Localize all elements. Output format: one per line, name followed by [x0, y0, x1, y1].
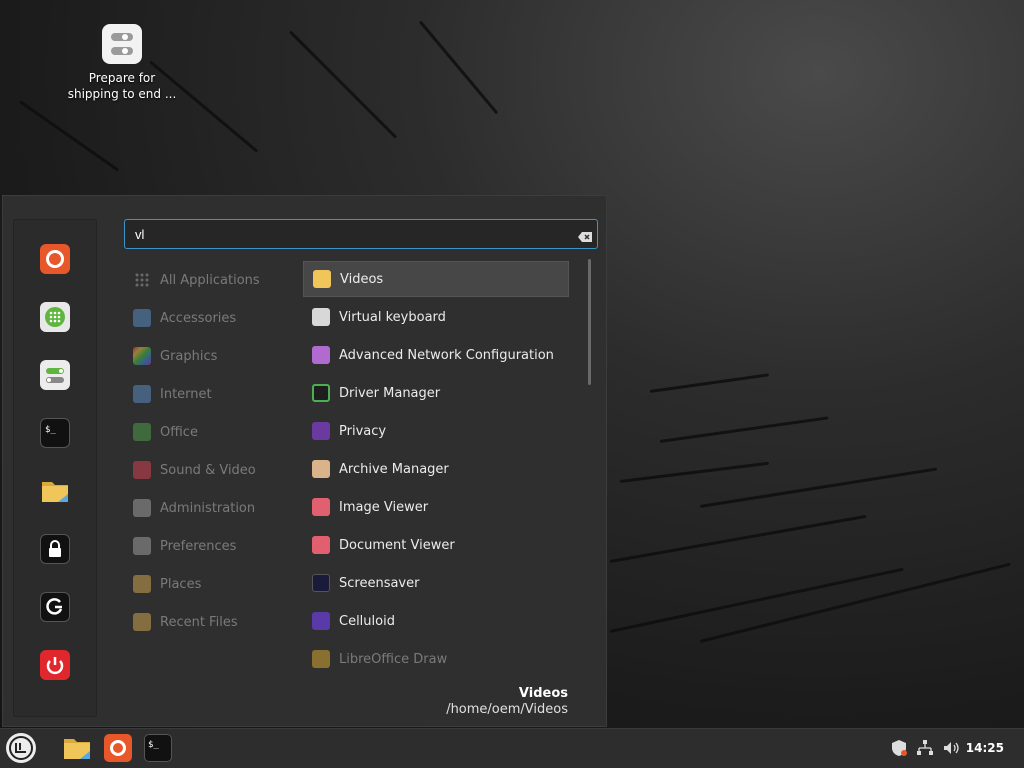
app-celluloid[interactable]: Celluloid [303, 603, 569, 639]
favorites-sidebar: $_ [13, 219, 97, 717]
settings-toggles-icon[interactable] [40, 360, 70, 390]
app-virtual-keyboard[interactable]: Virtual keyboard [303, 299, 569, 335]
app-driver-manager[interactable]: Driver Manager [303, 375, 569, 411]
network-icon [312, 346, 330, 364]
search-input[interactable] [124, 219, 598, 249]
category-sound-video[interactable]: Sound & Video [133, 456, 293, 484]
category-recent-files[interactable]: Recent Files [133, 608, 293, 636]
software-manager-icon[interactable] [40, 302, 70, 332]
graphics-icon [133, 347, 151, 365]
app-screensaver[interactable]: Screensaver [303, 565, 569, 601]
chip-icon [312, 384, 330, 402]
category-places[interactable]: Places [133, 570, 293, 598]
app-document-viewer[interactable]: Document Viewer [303, 527, 569, 563]
celluloid-icon [312, 612, 330, 630]
app-archive-manager[interactable]: Archive Manager [303, 451, 569, 487]
volume-icon[interactable] [942, 739, 960, 757]
application-menu: $_ All Applications Accessories Graphics [2, 195, 607, 727]
preferences-icon [133, 537, 151, 555]
archive-icon [312, 460, 330, 478]
category-accessories[interactable]: Accessories [133, 304, 293, 332]
grid-icon [133, 271, 151, 289]
apps-scrollbar[interactable] [588, 259, 591, 385]
folder-icon [133, 575, 151, 593]
app-advanced-network-configuration[interactable]: Advanced Network Configuration [303, 337, 569, 373]
recent-icon [133, 613, 151, 631]
category-administration[interactable]: Administration [133, 494, 293, 522]
app-libreoffice-draw[interactable]: LibreOffice Draw [303, 641, 569, 677]
mask-icon [312, 422, 330, 440]
desktop-icon-prepare-shipping[interactable]: Prepare for shipping to end ... [62, 24, 182, 102]
power-icon[interactable] [40, 650, 70, 680]
selected-app-path: /home/oem/Videos [446, 702, 568, 717]
shield-update-icon[interactable] [890, 739, 908, 757]
terminal-icon[interactable]: $_ [144, 734, 172, 762]
glasses-icon [312, 536, 330, 554]
category-graphics[interactable]: Graphics [133, 342, 293, 370]
selected-app-title: Videos [518, 686, 568, 701]
svg-text:$_: $_ [148, 740, 159, 750]
mint-menu-icon[interactable] [6, 733, 36, 763]
app-privacy[interactable]: Privacy [303, 413, 569, 449]
clock[interactable]: 14:25 [966, 741, 1004, 755]
category-all-applications[interactable]: All Applications [133, 266, 293, 294]
toggles-icon [102, 24, 142, 64]
desktop-icon-label: Prepare for shipping to end ... [67, 71, 177, 101]
firefox-icon[interactable] [40, 244, 70, 274]
category-office[interactable]: Office [133, 418, 293, 446]
terminal-icon[interactable]: $_ [40, 418, 70, 448]
image-icon [312, 498, 330, 516]
lock-icon[interactable] [40, 534, 70, 564]
moon-icon [312, 574, 330, 592]
selected-app-info: Videos /home/oem/Videos [446, 686, 568, 718]
bottom-panel: $_ 14:25 [0, 728, 1024, 768]
scissors-icon [133, 309, 151, 327]
videos-folder-icon [313, 270, 331, 288]
svg-text:$_: $_ [45, 425, 56, 435]
play-icon [133, 461, 151, 479]
cloud-icon [133, 385, 151, 403]
firefox-icon[interactable] [104, 734, 132, 762]
app-videos[interactable]: Videos [303, 261, 569, 297]
files-icon[interactable] [62, 734, 90, 762]
backspace-clear-icon[interactable] [577, 228, 593, 242]
keyboard-icon [312, 308, 330, 326]
admin-icon [133, 499, 151, 517]
category-internet[interactable]: Internet [133, 380, 293, 408]
files-icon[interactable] [40, 476, 70, 506]
network-icon[interactable] [916, 739, 934, 757]
office-icon [133, 423, 151, 441]
draw-icon [312, 650, 330, 668]
category-preferences[interactable]: Preferences [133, 532, 293, 560]
app-image-viewer[interactable]: Image Viewer [303, 489, 569, 525]
logout-icon[interactable] [40, 592, 70, 622]
